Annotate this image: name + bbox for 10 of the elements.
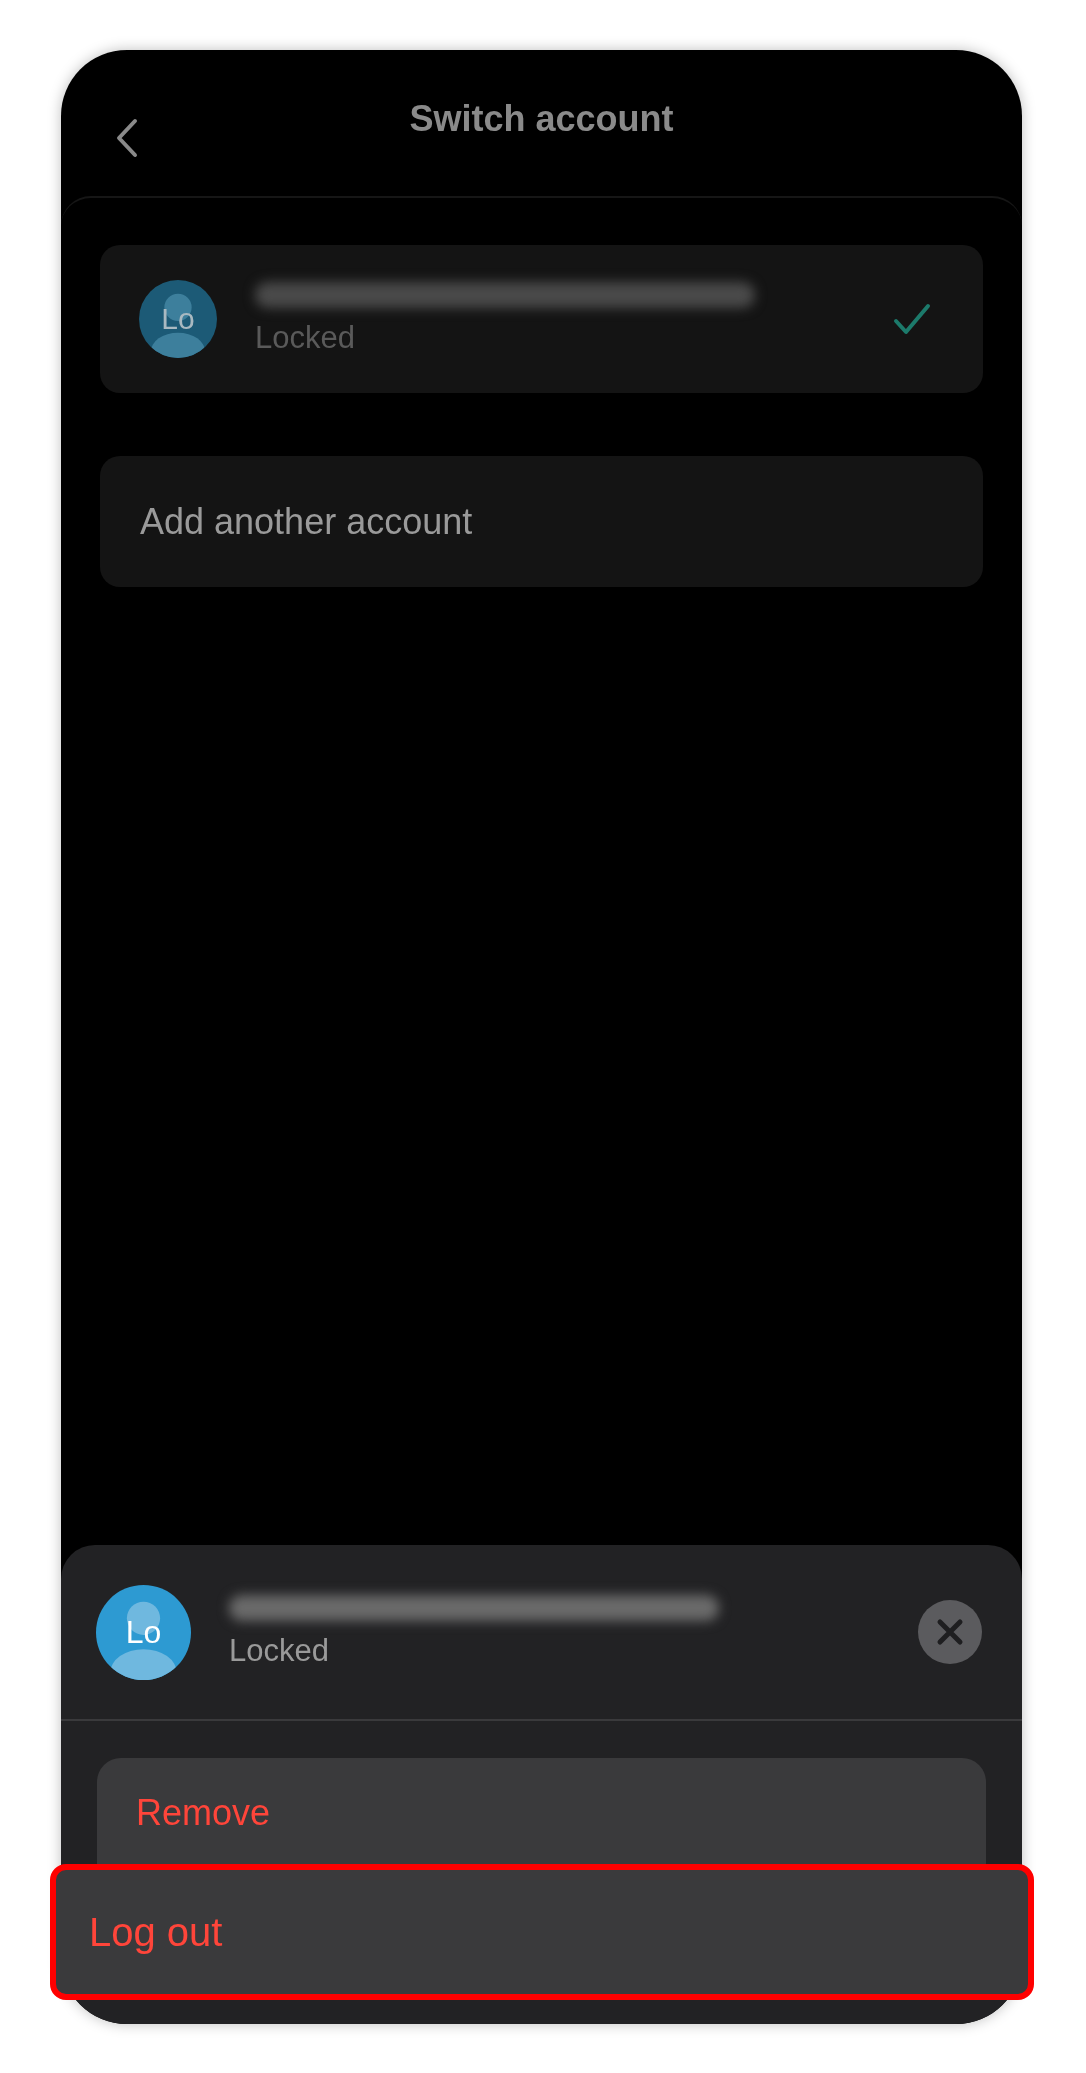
highlighted-action-button[interactable]: Log out [50, 1864, 1034, 2000]
account-status: Locked [229, 1633, 330, 1669]
add-account-button[interactable]: Add another account [100, 456, 983, 587]
back-icon[interactable] [116, 118, 138, 158]
account-avatar: Lo [139, 280, 217, 358]
close-icon[interactable] [918, 1600, 982, 1664]
screen-title: Switch account [409, 98, 674, 140]
account-status: Locked [255, 320, 356, 356]
account-card[interactable]: Lo Locked [100, 245, 983, 393]
account-avatar: Lo [96, 1584, 191, 1680]
